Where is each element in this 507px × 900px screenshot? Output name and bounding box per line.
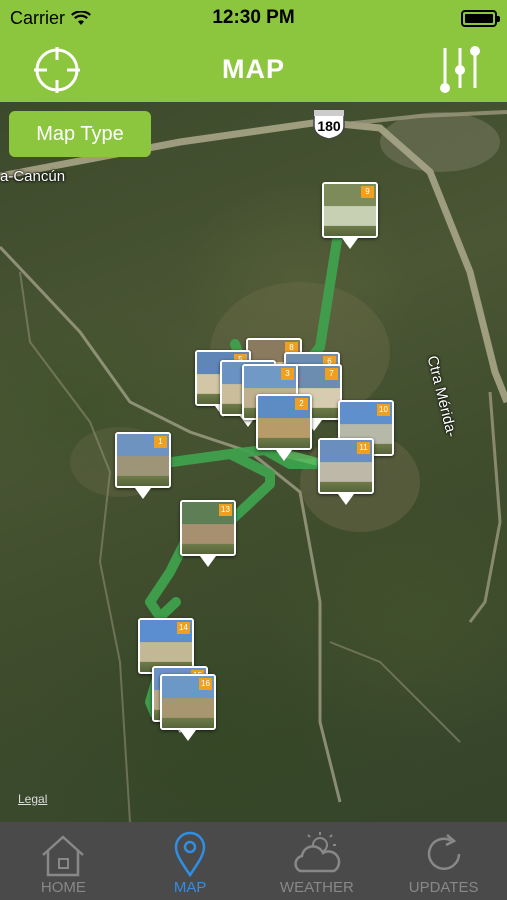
tab-weather-label: WEATHER (279, 879, 354, 896)
road-label-cancun: a-Cancún (0, 168, 66, 185)
marker-pointer (135, 488, 151, 499)
marker-1[interactable]: 1 (115, 432, 171, 488)
marker-number-badge: 9 (361, 186, 374, 198)
marker-number-badge: 2 (295, 398, 308, 410)
carrier-label: Carrier (10, 7, 66, 28)
marker-number-badge: 1 (154, 436, 167, 448)
marker-9[interactable]: 9 (322, 182, 378, 238)
status-bar: Carrier 12:30 PM (0, 0, 507, 36)
tab-weather[interactable]: WEATHER (254, 822, 381, 900)
cloud-sun-icon (294, 832, 341, 873)
marker-pointer (342, 238, 358, 249)
tab-home-label: HOME (40, 879, 86, 896)
wifi-icon (71, 10, 91, 25)
house-icon (42, 835, 85, 877)
marker-pointer (200, 556, 216, 567)
locate-crosshair-icon[interactable] (32, 45, 82, 95)
map-type-button[interactable]: Map Type (9, 111, 151, 157)
marker-pointer (338, 494, 354, 505)
map-pin-icon (174, 831, 206, 877)
marker-number-badge: 16 (199, 678, 212, 690)
marker-number-badge: 10 (377, 404, 390, 416)
nav-bar: MAP (0, 36, 507, 102)
marker-number-badge: 11 (357, 442, 370, 454)
marker-13[interactable]: 13 (180, 500, 236, 556)
marker-2[interactable]: 2 (256, 394, 312, 450)
tab-home[interactable]: HOME (0, 822, 127, 900)
highway-shield: 180 (311, 108, 347, 140)
page-title: MAP (222, 53, 285, 84)
tab-bar: HOME MAP WEATHER UPDATES (0, 822, 507, 900)
legal-link[interactable]: Legal (18, 792, 47, 806)
tab-map-label: MAP (173, 879, 207, 896)
filter-sliders-icon[interactable] (435, 42, 485, 96)
marker-number-badge: 3 (281, 368, 294, 380)
tab-updates[interactable]: UPDATES (380, 822, 507, 900)
refresh-icon (427, 834, 460, 870)
tab-updates-label: UPDATES (408, 879, 479, 896)
battery-fill (465, 13, 493, 23)
marker-number-badge: 7 (325, 368, 338, 380)
status-left: Carrier (10, 8, 91, 29)
map-view[interactable]: 180 a-Cancún Ctra Mérida- Map Type 98675… (0, 102, 507, 822)
battery-icon (461, 9, 500, 27)
highway-number: 180 (317, 118, 341, 134)
marker-pointer (276, 450, 292, 461)
marker-number-badge: 14 (177, 622, 190, 634)
marker-16[interactable]: 16 (160, 674, 216, 730)
marker-11[interactable]: 11 (318, 438, 374, 494)
tab-map[interactable]: MAP (127, 822, 254, 900)
marker-number-badge: 13 (219, 504, 232, 516)
marker-pointer (180, 730, 196, 741)
map-roads-and-routes (0, 110, 507, 822)
